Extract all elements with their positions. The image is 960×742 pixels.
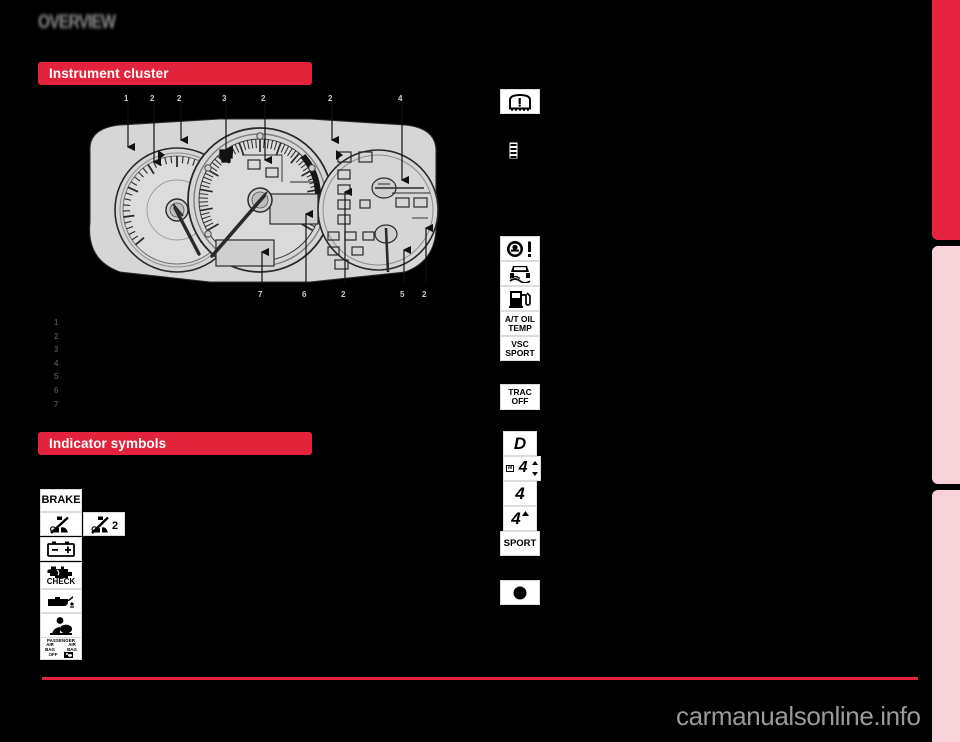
- symbol-check-engine-warning: CHECK: [40, 562, 82, 589]
- legend-number: 5: [54, 372, 59, 382]
- symbol-label-line2: OFF: [511, 396, 529, 406]
- symbol-low-oil-pressure-warning: [40, 589, 82, 613]
- callout-number: 4: [398, 94, 403, 103]
- section-header-indicator-symbols: Indicator symbols: [38, 432, 312, 455]
- seatbelt-icon: [91, 516, 109, 534]
- symbol-seat-belt-reminder-2: 2: [83, 512, 125, 536]
- callout-number: 2: [422, 290, 427, 299]
- symbol-shift-position-4: 4: [503, 481, 537, 506]
- symbol-label-line2: SPORT: [505, 347, 535, 358]
- symbol-label: SPORT: [503, 537, 537, 549]
- section-header-instrument-cluster: Instrument cluster: [38, 62, 312, 85]
- symbol-brake-warning: BRAKE: [40, 489, 82, 512]
- running-head-text: OVERVIEW: [38, 12, 116, 33]
- symbol-vsc-slip-indicator: [500, 261, 540, 286]
- symbol-label-line2a: AIR BAG: [45, 642, 55, 652]
- running-head: OVERVIEW: [38, 12, 158, 34]
- filled-circle-icon: [513, 586, 527, 599]
- symbol-label: D: [513, 433, 527, 453]
- legend-number: 3: [54, 345, 59, 355]
- list-item: 4: [54, 357, 384, 371]
- callout-number: 7: [258, 290, 263, 299]
- callout-number: 6: [302, 290, 307, 299]
- seatbelt-icon: [49, 516, 69, 534]
- callout-number: 2: [177, 94, 182, 103]
- callout-number: 2: [328, 94, 333, 103]
- manual-page: OVERVIEW Instrument cluster 1 2 2 3 2 2 …: [0, 0, 960, 742]
- airbag-icon: [50, 617, 72, 635]
- legend-number: 4: [54, 358, 59, 368]
- symbol-srs-airbag-warning: [40, 613, 82, 638]
- symbol-shift-position-m4: M 4: [503, 456, 541, 481]
- door-ajar-icon: [508, 141, 519, 159]
- symbol-sport-mode-indicator: SPORT: [500, 531, 540, 556]
- battery-icon: [47, 541, 75, 557]
- legend-number: 1: [54, 318, 59, 327]
- cluster-legend-list: 1 2 3 4 5 6 7: [54, 316, 384, 411]
- symbol-tire-pressure-warning: [500, 89, 540, 114]
- list-item: 2: [54, 330, 384, 344]
- callout-number: 2: [150, 94, 155, 103]
- symbol-at-oil-temp-warning: A/T OIL TEMP: [500, 311, 540, 336]
- symbol-shift-position-4-up: 4: [503, 506, 537, 531]
- callout-number: 3: [222, 94, 227, 103]
- up-down-arrow-icon: [531, 461, 538, 476]
- fuel-pump-icon: [509, 291, 531, 308]
- instrument-cluster-figure: 1 2 2 3 2 2 4 7 6 2 5 2: [60, 92, 460, 307]
- symbol-shift-position-d: D: [503, 431, 537, 456]
- index-tab-current[interactable]: [932, 0, 960, 240]
- vehicle-skid-icon: [509, 266, 531, 283]
- list-item: 6: [54, 384, 384, 398]
- callout-number: 5: [400, 290, 405, 299]
- section-title: Instrument cluster: [49, 66, 169, 81]
- symbol-seat-belt-reminder: [40, 512, 82, 536]
- symbol-label-line2b: AIR BAG: [67, 642, 77, 652]
- symbol-label-line3: OFF: [48, 651, 58, 657]
- symbol-dot-indicator: [500, 580, 540, 605]
- symbol-vsc-sport-indicator: VSC SPORT: [500, 336, 540, 361]
- list-item: 5: [54, 370, 384, 384]
- oil-can-icon: [48, 596, 74, 608]
- symbol-label: BRAKE: [41, 493, 81, 506]
- symbol-charging-system-warning: [40, 537, 82, 561]
- section-title: Indicator symbols: [49, 436, 167, 451]
- symbol-low-fuel-level: [500, 286, 540, 311]
- symbol-label: CHECK: [46, 576, 76, 586]
- callout-number: 1: [124, 94, 129, 103]
- symbol-label-m: M: [506, 465, 515, 472]
- legend-number: 6: [54, 385, 59, 395]
- cluster-drawing: [89, 102, 439, 284]
- tire-pressure-icon: [509, 93, 531, 111]
- symbol-trac-off-indicator: TRAC OFF: [500, 384, 540, 410]
- list-item: 3: [54, 343, 384, 357]
- index-tab-section-2[interactable]: [932, 246, 960, 484]
- symbol-label: 4: [511, 508, 521, 528]
- symbol-label: 2: [111, 519, 119, 532]
- legend-number: 7: [54, 399, 59, 409]
- symbol-door-ajar-indicator: [507, 141, 520, 159]
- list-item: 1: [54, 316, 384, 330]
- index-tab-section-3[interactable]: [932, 490, 960, 742]
- list-item: 7: [54, 398, 384, 412]
- symbol-label: 4: [515, 483, 525, 503]
- symbol-passenger-airbag-off: PASSENGER AIR BAG AIR BAG OFF: [40, 637, 82, 660]
- steering-wheel-icon: [507, 240, 531, 257]
- symbol-label-line2: TEMP: [508, 322, 532, 333]
- watermark: carmanualsonline.info: [676, 701, 921, 731]
- callout-number: 2: [341, 290, 346, 299]
- symbol-power-steering-warning: [500, 236, 540, 261]
- callout-number: 2: [261, 94, 266, 103]
- airbag-off-icon: [64, 652, 74, 659]
- footer-rule: [42, 677, 918, 680]
- symbol-label: 4: [518, 459, 528, 477]
- legend-number: 2: [54, 331, 59, 341]
- up-arrow-icon: [521, 511, 529, 516]
